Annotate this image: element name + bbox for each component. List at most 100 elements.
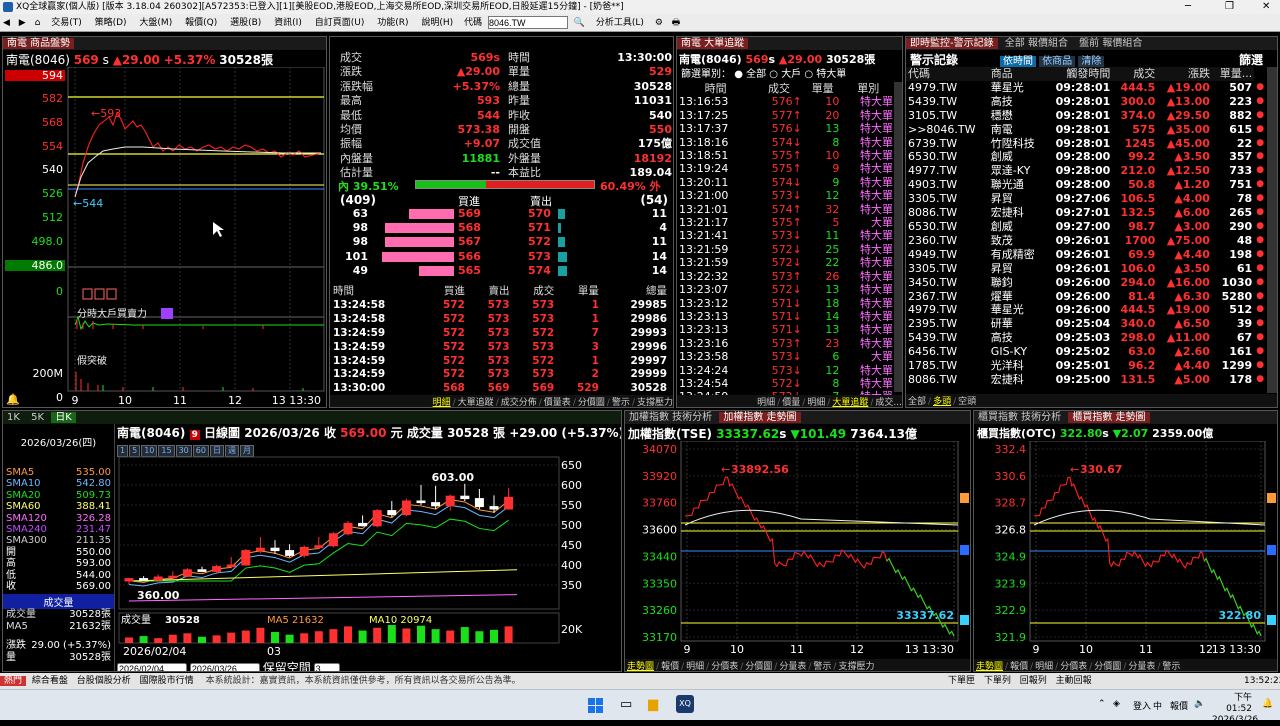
otc-low-marker-icon[interactable] [1267,615,1276,625]
bottom-tab[interactable]: 全部 [906,397,928,407]
bottom-tab[interactable]: 走勢圖 [625,662,656,671]
tab-big-order[interactable]: 南電 大單追蹤 [677,38,749,49]
bottom-tab[interactable]: 明細 [431,398,453,407]
big-order-table[interactable]: 時間 成交 單量 單別 13:16:53 576↑ 10 特大單 13:17:25 577↑ 20 特… [677,82,895,404]
table-row[interactable]: 13:23:16 573↑ 23 特大單 [677,337,895,350]
table-row[interactable]: 6530.TW 創威 09:27:00 98.7 ▲3.00 290 ● [906,220,1268,234]
filter-xl-radio[interactable]: ○ 特大單 [804,69,846,80]
alert-table[interactable]: 代碼 商品 觸發時間 成交 漲跌 單量... 4979.TW 華星光 09:28:01 444.5… [906,67,1268,387]
table-row[interactable]: 3305.TW 昇貿 09:26:01 106.0 ▲3.50 61 ● [906,262,1268,276]
bottom-tab[interactable]: 分價表 [709,662,740,671]
search-icon[interactable]: 🔍 [574,18,585,28]
order-box[interactable]: 下單匣 [945,676,978,686]
table-row[interactable]: 13:16:53 576↑ 10 特大單 [677,95,895,108]
table-row[interactable]: 13:23:07 572↓ 13 特大單 [677,283,895,296]
table-row[interactable]: 13:24:59 572 573 572 1 29997 [330,355,670,369]
home-icon[interactable]: ⌂ [35,18,41,28]
notification-bell-icon[interactable]: 🔔 [1262,699,1273,709]
tab-5k[interactable]: 5K [27,412,48,423]
candle-body[interactable] [387,510,397,516]
active-report[interactable]: 主動回報 [1053,676,1095,686]
table-row[interactable]: 13:21:00 573↓ 12 特大單 [677,189,895,202]
candle-body[interactable] [358,522,368,527]
table-row[interactable]: 3305.TW 昇貿 09:27:06 106.5 ▲4.00 78 ● [906,192,1268,206]
table-row[interactable]: 13:20:11 574↓ 9 特大單 [677,176,895,189]
bottom-tab[interactable]: 分價圖 [576,398,607,407]
task-view-icon[interactable]: ▭ [620,697,632,712]
candle-body[interactable] [460,495,470,500]
table-row[interactable]: 13:21:41 573↓ 11 特大單 [677,229,895,242]
bottom-tab[interactable]: 警示 [811,662,833,671]
windows-start-icon[interactable] [588,698,603,713]
tab-taiex-technical[interactable]: 加權指數 技術分析 [625,412,716,423]
taiex-low-marker-icon[interactable] [960,615,969,625]
file-explorer-icon[interactable]: ▆ [648,697,658,712]
order-book[interactable]: 63 569 570 11 98 568 571 4 98 567 572 11 101 566 573 14… [330,207,673,279]
bottom-tab[interactable]: 報價 [1008,662,1030,671]
tab-alert-log[interactable]: 即時監控-警示記錄 [906,38,998,49]
bottom-tab[interactable]: 分價圖 [1092,662,1123,671]
bottom-tab[interactable]: 走勢圖 [974,662,1005,671]
candle-body[interactable] [314,545,324,548]
filter-button[interactable]: 篩選 [1239,51,1263,68]
table-row[interactable]: 6739.TW 竹陞科技 09:28:01 1245 ▲45.00 22 ● [906,137,1268,151]
table-row[interactable]: 13:21:01 574↑ 32 特大單 [677,203,895,216]
table-row[interactable]: 13:22:32 573↑ 26 特大單 [677,270,895,283]
table-row[interactable]: 3450.TW 聯鈞 09:26:00 294.0 ▲16.00 1030 ● [906,276,1268,290]
table-row[interactable]: 13:21:17 575↑ 5 大單 [677,216,895,229]
menu-trade[interactable]: 交易(T) [49,14,84,31]
candle-body[interactable] [285,550,295,556]
table-row[interactable]: 1785.TW 光洋科 09:25:01 96.2 ▲4.40 1299 ● [906,359,1268,373]
table-row[interactable]: 13:23:13 571↓ 13 特大單 [677,323,895,336]
bottom-tab[interactable]: 大單追蹤 [830,398,870,407]
kline-chart[interactable]: 650 600 550 500 450 400 350 603.00 360.00 成交量 3052… [117,455,622,672]
tab-taiex-trend[interactable]: 加權指數 走勢圖 [719,412,801,423]
candle-body[interactable] [241,550,251,566]
menu-screener[interactable]: 選股(B) [228,14,263,31]
bottom-tab[interactable]: 分量表 [777,662,808,671]
candle-body[interactable] [445,495,455,507]
candle-body[interactable] [474,498,484,508]
table-row[interactable]: 13:21:59 572↓ 25 特大單 [677,243,895,256]
tab-commodity-trend[interactable]: 南電 商品盤勢 [3,38,75,49]
menu-function[interactable]: 功能(R) [375,14,410,31]
candle-body[interactable] [197,569,207,572]
status-tab-world-markets[interactable]: 國際股市行情 [137,676,197,686]
tray-quote[interactable]: 報價 [1170,699,1188,712]
bottom-tab[interactable]: 明細 [755,398,777,407]
table-row[interactable]: 4977.TW 眾達-KY 09:28:00 212.0 ▲12.50 733 ● [906,164,1268,178]
candle-body[interactable] [328,533,338,547]
candle-body[interactable] [489,506,499,510]
table-row[interactable]: 8086.TW 宏捷科 09:25:00 131.5 ▲5.00 178 ● [906,373,1268,387]
print-icon[interactable]: 🖶 [672,18,681,28]
bottom-tab[interactable]: 價量 [780,398,802,407]
bottom-tab[interactable]: 價量表 [542,398,573,407]
tray-login[interactable]: 登入 [1133,699,1151,712]
tab-otc-technical[interactable]: 櫃買指數 技術分析 [974,412,1065,423]
candle-body[interactable] [401,500,411,516]
candle-body[interactable] [255,547,265,552]
order-book-row[interactable]: 101 566 573 14 [330,250,673,264]
menu-quote[interactable]: 報價(Q) [183,14,219,31]
table-row[interactable]: 13:18:16 574↓ 8 特大單 [677,136,895,149]
table-row[interactable]: 13:17:25 577↑ 20 特大單 [677,109,895,122]
ticks-table[interactable]: 時間 買進 賣出 成交 單量 總量 13:24:58 572 573 573 1 29985 13:24… [330,285,673,396]
candle-body[interactable] [299,546,309,556]
taiex-high-marker-icon[interactable] [960,493,969,503]
candle-body[interactable] [270,547,280,552]
menu-custom-page[interactable]: 自訂頁面(U) [313,14,367,31]
order-book-row[interactable]: 63 569 570 11 [330,207,673,221]
status-tab-stock-analysis[interactable]: 台股個股分析 [74,676,134,686]
table-row[interactable]: 4979.TW 華星光 09:28:01 444.5 ▲19.00 507 ● [906,81,1268,95]
tray-volume-icon[interactable]: 🔈 [1194,699,1205,709]
table-row[interactable]: 5439.TW 高技 09:25:03 298.0 ▲11.00 67 ● [906,331,1268,345]
sort-by-time[interactable]: 依時間 [1000,56,1036,67]
minimize-icon[interactable]: ─ [1185,0,1191,14]
table-row[interactable]: 13:23:58 573↓ 6 大單 [677,350,895,363]
clear-button[interactable]: 清除 [1078,56,1105,67]
candle-body[interactable] [139,578,149,581]
table-row[interactable]: 2395.TW 研華 09:25:04 340.0 ▲6.50 39 ● [906,317,1268,331]
intraday-chart[interactable]: 594 582 568 554 540 526 512 498.0 486.0 … [3,67,327,407]
table-row[interactable]: 13:24:24 573↓ 12 特大單 [677,364,895,377]
bottom-tab[interactable]: 空頭 [956,397,978,407]
